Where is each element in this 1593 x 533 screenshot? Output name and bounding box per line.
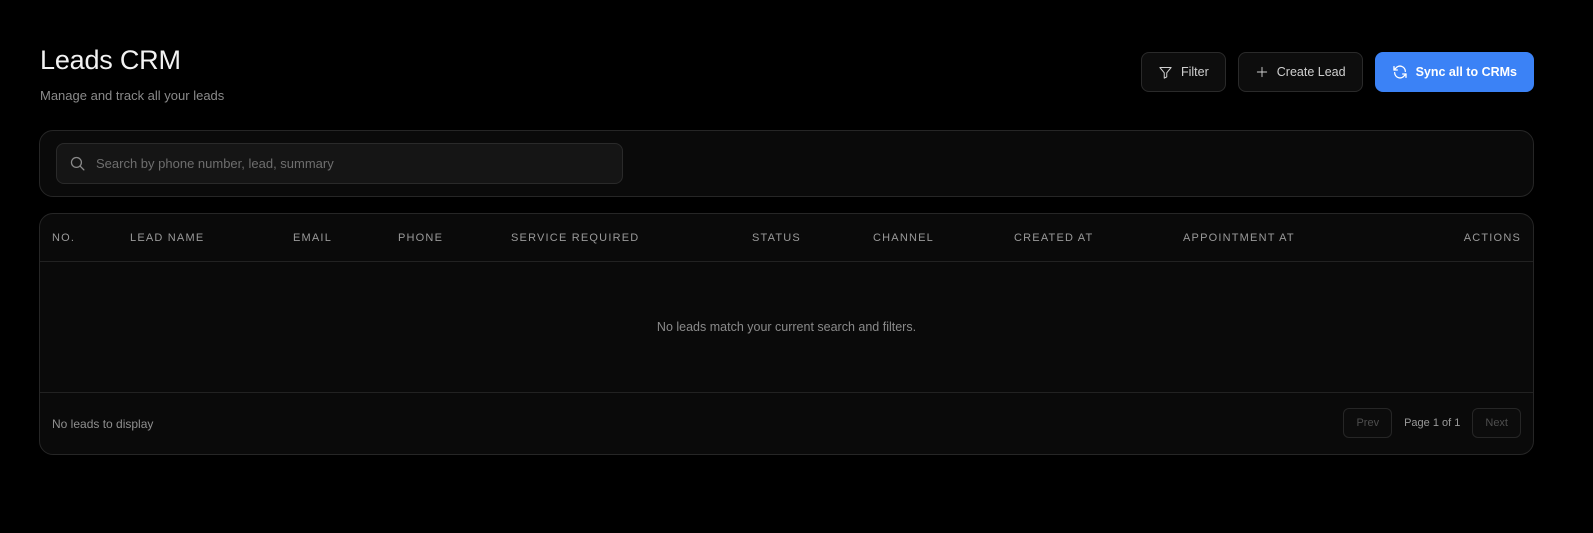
create-lead-button-label: Create Lead (1276, 65, 1346, 79)
column-header-service-required: SERVICE REQUIRED (511, 232, 640, 244)
table-empty-state: No leads match your current search and f… (40, 262, 1533, 393)
results-status: No leads to display (52, 417, 154, 431)
pagination: Prev Page 1 of 1 Next (1343, 408, 1521, 438)
filter-button-label: Filter (1180, 65, 1209, 79)
column-header-email: EMAIL (293, 232, 333, 244)
page-subtitle: Manage and track all your leads (40, 88, 225, 103)
filter-icon (1159, 66, 1172, 79)
column-header-status: STATUS (752, 232, 801, 244)
column-header-actions: ACTIONS (1463, 232, 1521, 244)
leads-table: NO. LEAD NAME EMAIL PHONE SERVICE REQUIR… (39, 213, 1534, 455)
column-header-phone: PHONE (398, 232, 444, 244)
empty-state-message: No leads match your current search and f… (656, 320, 917, 334)
filter-button[interactable]: Filter (1140, 52, 1226, 92)
page-header: Leads CRM Manage and track all your lead… (40, 44, 224, 104)
page-title: Leads CRM (40, 45, 181, 75)
header-actions: Filter Create Lead Sync all to CRMs (1140, 52, 1534, 92)
table-footer: No leads to display Prev Page 1 of 1 Nex… (40, 393, 1533, 454)
column-header-no: NO. (52, 232, 76, 244)
search-input[interactable] (96, 156, 622, 171)
column-header-created-at: CREATED AT (1014, 232, 1094, 244)
column-header-lead-name: LEAD NAME (130, 232, 205, 244)
search-icon (70, 156, 85, 171)
create-lead-button[interactable]: Create Lead (1237, 52, 1363, 92)
next-page-button[interactable]: Next (1472, 408, 1521, 438)
plus-icon (1256, 66, 1267, 78)
sync-all-crms-button-label: Sync all to CRMs (1415, 65, 1517, 79)
search-card (39, 130, 1534, 197)
refresh-icon (1392, 65, 1407, 79)
table-header: NO. LEAD NAME EMAIL PHONE SERVICE REQUIR… (40, 214, 1533, 262)
search-box[interactable] (56, 143, 623, 184)
column-header-channel: CHANNEL (873, 232, 934, 244)
sync-all-crms-button[interactable]: Sync all to CRMs (1374, 52, 1534, 92)
prev-page-button[interactable]: Prev (1343, 408, 1393, 438)
leads-crm-page: Leads CRM Manage and track all your lead… (0, 0, 1593, 533)
column-header-appointment-at: APPOINTMENT AT (1183, 232, 1295, 244)
page-indicator: Page 1 of 1 (1404, 417, 1461, 429)
